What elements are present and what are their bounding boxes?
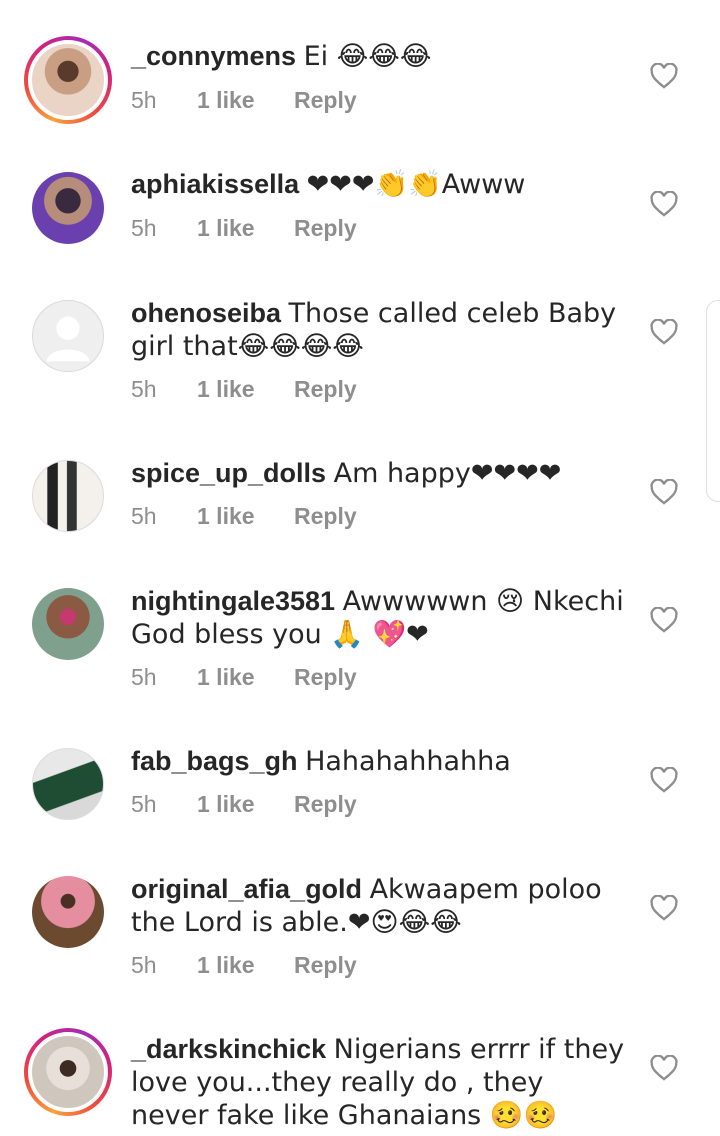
comment-text: spice_up_dolls Am happy❤❤❤❤ [131, 457, 626, 490]
comment-text: nightingale3581 Awwwwwn 😢 Nkechi God ble… [131, 585, 626, 651]
edge-panel-handle[interactable] [706, 300, 720, 502]
comment-likes[interactable]: 1 like [197, 791, 255, 818]
comment-time: 5h [131, 952, 157, 978]
avatar[interactable] [24, 1028, 112, 1116]
comment-likes[interactable]: 1 like [197, 503, 255, 530]
heart-outline-icon[interactable] [650, 191, 678, 217]
default-avatar-icon [46, 316, 90, 362]
avatar[interactable] [32, 876, 104, 948]
comment-likes[interactable]: 1 like [197, 215, 255, 242]
heart-outline-icon[interactable] [650, 479, 678, 505]
comment-time: 5h [131, 87, 157, 113]
heart-outline-icon[interactable] [650, 63, 678, 89]
comment-time: 5h [131, 376, 157, 402]
heart-outline-icon[interactable] [650, 607, 678, 633]
comment-username[interactable]: original_afia_gold [131, 874, 362, 904]
reply-button[interactable]: Reply [294, 952, 357, 979]
comment-time: 5h [131, 503, 157, 529]
comment-text: _darkskinchick Nigerians errrr if they l… [131, 1033, 626, 1132]
comment-likes[interactable]: 1 like [197, 87, 255, 114]
comment-time: 5h [131, 791, 157, 817]
comment-username[interactable]: aphiakissella [131, 169, 299, 199]
avatar[interactable] [32, 300, 104, 372]
heart-outline-icon[interactable] [650, 895, 678, 921]
comment-username[interactable]: ohenoseiba [131, 298, 281, 328]
avatar[interactable] [24, 36, 112, 124]
comment-time: 5h [131, 664, 157, 690]
comment-time: 5h [131, 215, 157, 241]
comment-text: _connymens Ei 😂😂😂 [131, 40, 626, 73]
comment-body: Hahahahhahha [305, 746, 511, 777]
reply-button[interactable]: Reply [294, 376, 357, 403]
comment-username[interactable]: fab_bags_gh [131, 746, 298, 776]
comment-username[interactable]: nightingale3581 [131, 586, 335, 616]
comment-text: ohenoseiba Those called celeb Baby girl … [131, 297, 626, 363]
comment-body: ❤❤❤👏👏Awww [306, 169, 526, 200]
heart-outline-icon[interactable] [650, 1055, 678, 1081]
avatar[interactable] [32, 588, 104, 660]
reply-button[interactable]: Reply [294, 87, 357, 114]
comment-likes[interactable]: 1 like [197, 952, 255, 979]
reply-button[interactable]: Reply [294, 503, 357, 530]
comment-text: aphiakissella ❤❤❤👏👏Awww [131, 168, 626, 201]
comment-likes[interactable]: 1 like [197, 664, 255, 691]
comment-username[interactable]: _connymens [131, 41, 296, 71]
heart-outline-icon[interactable] [650, 767, 678, 793]
comment-body: Am happy❤❤❤❤ [333, 458, 562, 489]
comment-username[interactable]: _darkskinchick [131, 1034, 326, 1064]
reply-button[interactable]: Reply [294, 791, 357, 818]
comment-likes[interactable]: 1 like [197, 376, 255, 403]
avatar[interactable] [32, 172, 104, 244]
reply-button[interactable]: Reply [294, 215, 357, 242]
avatar[interactable] [32, 460, 104, 532]
comment-text: fab_bags_gh Hahahahhahha [131, 745, 626, 778]
comment-username[interactable]: spice_up_dolls [131, 458, 326, 488]
comment-text: original_afia_gold Akwaapem poloo the Lo… [131, 873, 626, 939]
heart-outline-icon[interactable] [650, 319, 678, 345]
comment-body: Ei 😂😂😂 [303, 41, 432, 72]
avatar[interactable] [32, 748, 104, 820]
reply-button[interactable]: Reply [294, 664, 357, 691]
